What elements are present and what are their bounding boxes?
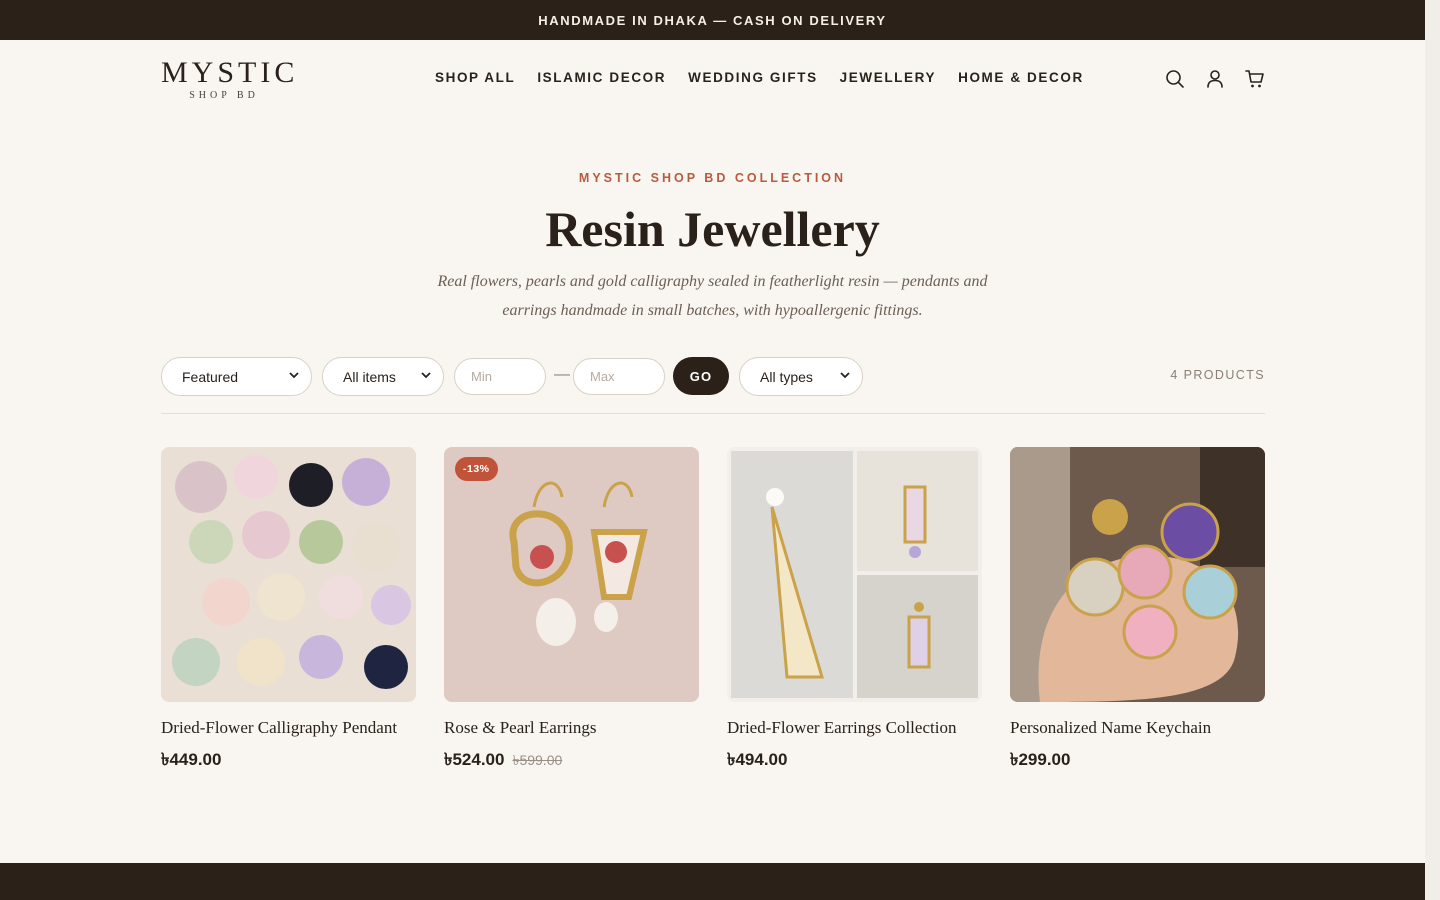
product-old-price: ৳599.00 [512, 752, 563, 768]
nav-islamic-decor[interactable]: ISLAMIC DECOR [537, 70, 666, 85]
site-footer [0, 863, 1425, 900]
main-nav: SHOP ALL ISLAMIC DECOR WEDDING GIFTS JEW… [435, 70, 1084, 85]
header-icons [1164, 68, 1266, 90]
product-price: ৳494.00 [727, 750, 788, 769]
product-price-row: ৳299.00 [1010, 747, 1265, 775]
discount-badge: -13% [455, 457, 498, 481]
type-select[interactable]: All types [739, 357, 863, 396]
logo[interactable]: MYSTIC SHOP BD [161, 56, 299, 102]
collection-eyebrow: MYSTIC SHOP BD COLLECTION [578, 171, 847, 185]
product-card[interactable]: Dried-Flower Earrings Collection ৳494.00 [727, 447, 982, 775]
product-price: ৳524.00 [444, 750, 505, 769]
scrollbar[interactable] [1425, 0, 1440, 900]
announcement-bar: HANDMADE IN DHAKA — CASH ON DELIVERY [0, 0, 1425, 40]
product-card[interactable]: Personalized Name Keychain ৳299.00 [1010, 447, 1265, 775]
max-price-input[interactable] [573, 358, 665, 395]
chevron-down-icon [289, 371, 299, 382]
product-name[interactable]: Rose & Pearl Earrings [444, 717, 699, 739]
sort-select-value: Featured [182, 368, 239, 385]
chevron-down-icon [421, 371, 431, 382]
divider [161, 413, 1265, 414]
product-price: ৳449.00 [161, 750, 222, 769]
collection-description: Real flowers, pearls and gold calligraph… [437, 273, 988, 319]
product-price-row: ৳524.00 ৳599.00 [444, 747, 699, 775]
account-icon[interactable] [1204, 68, 1226, 90]
logo-main-text: MYSTIC [161, 56, 299, 89]
product-name[interactable]: Dried-Flower Calligraphy Pendant [161, 717, 416, 739]
product-name[interactable]: Dried-Flower Earrings Collection [727, 717, 982, 739]
category-select-value: All items [343, 368, 396, 385]
min-price-input[interactable] [454, 358, 546, 395]
sort-select[interactable]: Featured [161, 357, 312, 396]
nav-jewellery[interactable]: JEWELLERY [840, 70, 936, 85]
product-price: ৳299.00 [1010, 750, 1071, 769]
product-image[interactable]: -13% [444, 447, 699, 702]
page-title: Resin Jewellery [545, 201, 880, 257]
product-name[interactable]: Personalized Name Keychain [1010, 717, 1265, 739]
site-header: MYSTIC SHOP BD SHOP ALL ISLAMIC DECOR WE… [0, 40, 1425, 120]
product-card[interactable]: Dried-Flower Calligraphy Pendant ৳449.00 [161, 447, 416, 775]
search-icon[interactable] [1164, 68, 1186, 90]
logo-sub-text: SHOP BD [189, 90, 259, 101]
product-image[interactable] [1010, 447, 1265, 702]
filter-toolbar: Featured All items — GO All types 4 PROD… [161, 357, 1265, 397]
go-button[interactable]: GO [673, 357, 729, 395]
product-price-row: ৳449.00 [161, 747, 416, 775]
product-count: 4 PRODUCTS [1170, 368, 1265, 382]
chevron-down-icon [840, 371, 850, 382]
nav-shop-all[interactable]: SHOP ALL [435, 70, 515, 85]
page: HANDMADE IN DHAKA — CASH ON DELIVERY MYS… [0, 0, 1425, 900]
product-image[interactable] [161, 447, 416, 702]
product-grid: Dried-Flower Calligraphy Pendant ৳449.00 [161, 447, 1265, 775]
price-range-dash: — [554, 366, 570, 383]
nav-home-decor[interactable]: HOME & DECOR [958, 70, 1084, 85]
collection-hero: MYSTIC SHOP BD COLLECTION Resin Jeweller… [0, 160, 1425, 325]
product-image[interactable] [727, 447, 982, 702]
product-card[interactable]: -13% Rose & Pearl Earrings ৳524.00 ৳599.… [444, 447, 699, 775]
cart-icon[interactable] [1244, 68, 1266, 90]
product-price-row: ৳494.00 [727, 747, 982, 775]
category-select[interactable]: All items [322, 357, 444, 396]
type-select-value: All types [760, 368, 813, 385]
announcement-text: HANDMADE IN DHAKA — CASH ON DELIVERY [538, 12, 887, 28]
nav-wedding-gifts[interactable]: WEDDING GIFTS [688, 70, 818, 85]
